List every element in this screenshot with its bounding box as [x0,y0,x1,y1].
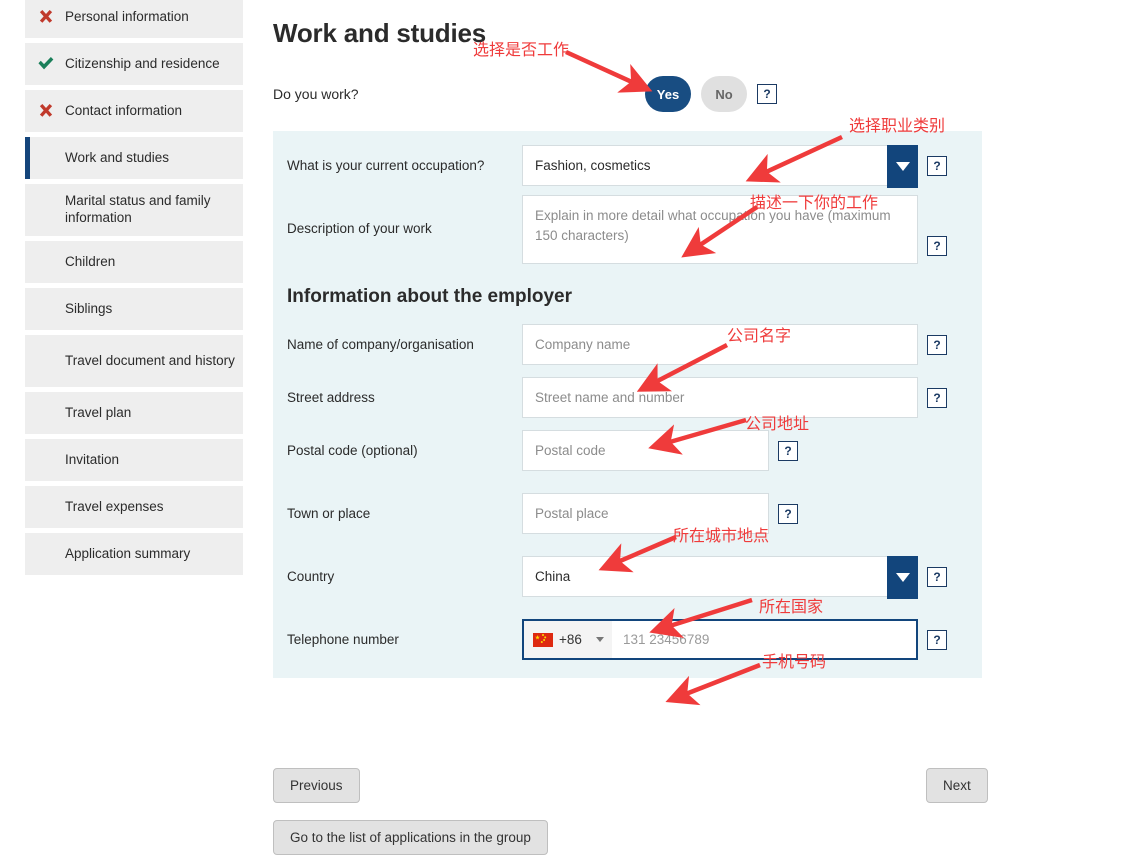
occupation-select[interactable]: Fashion, cosmetics [522,145,918,188]
telephone-row: Telephone number +86 131 23456789 ? [273,619,982,660]
work-no-button[interactable]: No [701,76,747,112]
sidebar-item-travel-plan[interactable]: Travel plan [25,392,243,434]
telephone-help-icon[interactable]: ? [927,629,947,650]
chevron-down-icon[interactable] [887,556,918,599]
telephone-input-wrap[interactable]: +86 131 23456789 [522,619,918,660]
postal-code-input[interactable]: Postal code [522,430,769,471]
company-name-input[interactable]: Company name [522,324,918,365]
go-to-group-list-button[interactable]: Go to the list of applications in the gr… [273,820,548,855]
sidebar-item-children[interactable]: Children [25,241,243,283]
sidebar-item-personal-information[interactable]: Personal information [25,0,243,38]
form-step-sidebar: Personal information Citizenship and resi… [25,0,243,580]
occupation-selected-value: Fashion, cosmetics [535,158,651,173]
do-you-work-help-icon[interactable]: ? [757,84,777,104]
description-help-icon[interactable]: ? [927,236,947,256]
page-title: Work and studies [273,18,487,48]
company-name-control: Company name ? [522,324,947,365]
town-control: Postal place ? [522,493,798,534]
postal-code-label: Postal code (optional) [287,442,418,458]
sidebar-item-siblings[interactable]: Siblings [25,288,243,330]
description-label: Description of your work [287,221,432,236]
chevron-down-icon[interactable] [596,637,604,642]
previous-button[interactable]: Previous [273,768,360,803]
country-selected-value: China [535,569,571,584]
main-content: Work and studies Do you work? Yes No ? W… [273,0,1125,678]
postal-code-row: Postal code (optional) Postal code ? [273,430,982,471]
street-address-label: Street address [287,389,375,405]
do-you-work-label: Do you work? [273,86,359,102]
sidebar-item-citizenship-and-residence[interactable]: Citizenship and residence [25,43,243,85]
sidebar-item-label: Marital status and family information [65,193,211,225]
company-name-label: Name of company/organisation [287,336,474,352]
cross-icon [37,102,55,120]
country-select[interactable]: China [522,556,918,599]
telephone-label: Telephone number [287,631,399,647]
sidebar-item-application-summary[interactable]: Application summary [25,533,243,575]
occupation-row: What is your current occupation? Fashion… [273,145,982,188]
sidebar-item-label: Travel plan [65,404,132,420]
sidebar-item-work-and-studies[interactable]: Work and studies [25,137,243,179]
sidebar-item-label: Children [65,253,116,269]
sidebar-item-label: Invitation [65,451,120,467]
postal-code-help-icon[interactable]: ? [778,440,798,461]
sidebar-item-travel-document-and-history[interactable]: Travel document and history [25,335,243,387]
sidebar-item-label: Travel document and history [65,352,235,368]
sidebar-item-label: Siblings [65,300,113,316]
sidebar-item-marital-status-and-family-information[interactable]: Marital status and family information [25,184,243,236]
country-code-value: +86 [559,632,582,647]
sidebar-item-label: Travel expenses [65,498,164,514]
occupation-help-icon[interactable]: ? [927,155,947,176]
town-input[interactable]: Postal place [522,493,769,534]
sidebar-item-invitation[interactable]: Invitation [25,439,243,481]
country-label: Country [287,568,335,584]
next-button[interactable]: Next [926,768,988,803]
postal-code-control: Postal code ? [522,430,798,471]
description-row: Description of your work Explain in more… [273,195,982,264]
company-name-row: Name of company/organisation Company nam… [273,324,982,365]
country-help-icon[interactable]: ? [927,566,947,587]
street-address-input[interactable]: Street name and number [522,377,918,418]
country-code-selector[interactable]: +86 [524,621,612,658]
description-control: Explain in more detail what occupation y… [522,195,947,264]
street-address-help-icon[interactable]: ? [927,387,947,408]
employer-section-title: Information about the employer [287,286,573,307]
work-details-panel: What is your current occupation? Fashion… [273,131,982,678]
application-form-page: Personal information Citizenship and resi… [0,0,1125,864]
sidebar-item-contact-information[interactable]: Contact information [25,90,243,132]
street-address-row: Street address Street name and number ? [273,377,982,418]
country-row: Country China ? [273,556,982,599]
sidebar-item-label: Citizenship and residence [65,55,220,71]
country-control: China ? [522,556,947,599]
sidebar-item-label: Work and studies [65,149,170,165]
town-label: Town or place [287,505,371,521]
town-row: Town or place Postal place ? [273,493,982,534]
cn-flag-icon [533,632,553,647]
sidebar-item-label: Contact information [65,102,183,118]
sidebar-item-label: Application summary [65,545,191,561]
do-you-work-toggle-group: Yes No ? [645,76,777,112]
telephone-number-input[interactable]: 131 23456789 [612,632,916,647]
company-name-help-icon[interactable]: ? [927,334,947,355]
do-you-work-row: Do you work? Yes No ? [273,76,983,112]
description-textarea[interactable]: Explain in more detail what occupation y… [522,195,918,264]
cross-icon [37,8,55,26]
occupation-control: Fashion, cosmetics ? [522,145,947,188]
sidebar-item-travel-expenses[interactable]: Travel expenses [25,486,243,528]
street-address-control: Street name and number ? [522,377,947,418]
occupation-label: What is your current occupation? [287,157,485,173]
telephone-control: +86 131 23456789 ? [522,619,947,660]
chevron-down-icon[interactable] [887,145,918,188]
sidebar-item-label: Personal information [65,8,189,24]
work-yes-button[interactable]: Yes [645,76,691,112]
check-icon [37,55,55,73]
town-help-icon[interactable]: ? [778,503,798,524]
